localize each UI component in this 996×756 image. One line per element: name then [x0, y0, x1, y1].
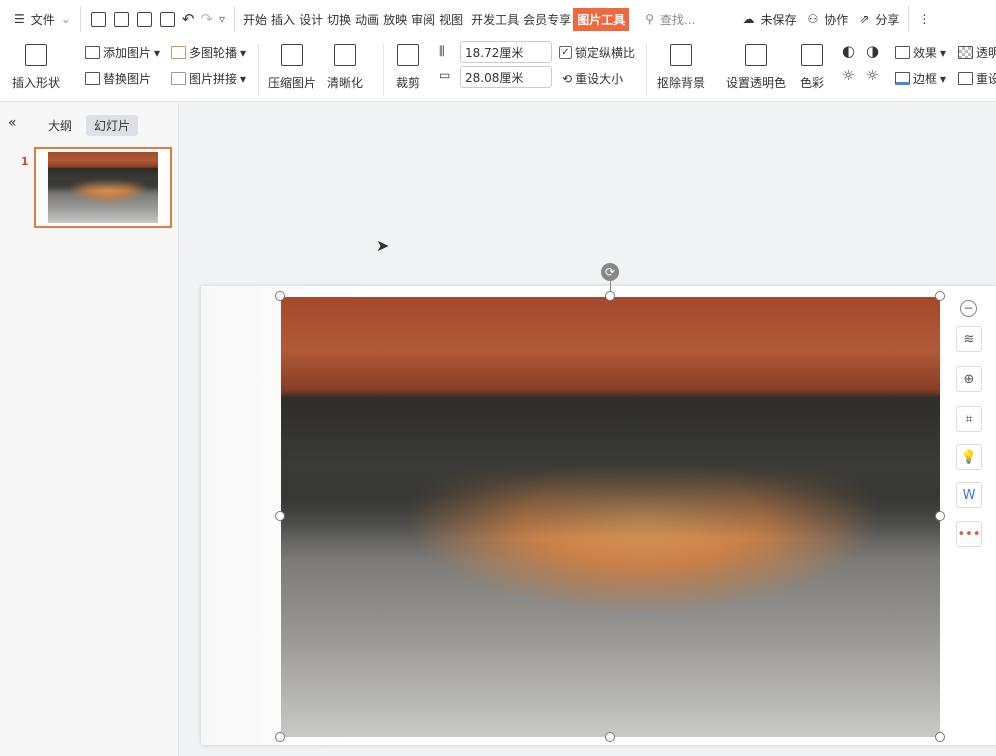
cloud-icon: ☁: [742, 12, 755, 26]
height-input[interactable]: 18.72厘米: [460, 41, 552, 63]
shape-icon: [25, 44, 47, 66]
lock-ratio-checkbox[interactable]: ✓ 锁定纵横比: [559, 44, 635, 61]
color-icon: [801, 44, 823, 66]
picture-tools-ribbon: 插入形状 添加图片 ▾ 替换图片 多图轮播 ▾ 图片拼接 ▾ 压缩图片 清晰化 裁剪 …: [0, 38, 996, 102]
picture-to-word-button[interactable]: W: [956, 482, 982, 508]
sharpen-icon: [334, 44, 356, 66]
resize-handle-sw[interactable]: [275, 732, 285, 742]
compress-icon: [281, 44, 303, 66]
file-menu[interactable]: 文件: [31, 11, 55, 28]
tab-start[interactable]: 开始: [241, 9, 269, 30]
resize-handle-e[interactable]: [935, 511, 945, 521]
reset-picture-icon: [958, 72, 973, 85]
checkbox-checked-icon: ✓: [559, 46, 572, 59]
width-input[interactable]: 28.08厘米: [460, 66, 552, 88]
layers-button[interactable]: ≋: [956, 326, 982, 352]
user-add-icon: ⚇: [807, 12, 819, 26]
tab-outline[interactable]: 大纲: [40, 115, 80, 136]
unsaved-status[interactable]: 未保存: [760, 11, 796, 28]
crop-float-button[interactable]: ⌗: [956, 406, 982, 432]
tab-slideshow[interactable]: 放映: [381, 9, 409, 30]
effects-button[interactable]: 效果 ▾: [895, 44, 946, 61]
rotate-handle[interactable]: ⟳: [601, 263, 619, 281]
set-transparent-color-button[interactable]: 设置透明色: [726, 44, 786, 91]
print-icon[interactable]: [136, 11, 152, 27]
collage-button[interactable]: 图片拼接 ▾: [171, 70, 246, 87]
kitten-picture[interactable]: [281, 297, 940, 737]
slide-thumbnail[interactable]: [34, 147, 172, 228]
transparency-button[interactable]: 透明: [958, 44, 996, 61]
tab-review[interactable]: 审阅: [409, 9, 437, 30]
tab-slides[interactable]: 幻灯片: [86, 115, 139, 136]
remove-background-button[interactable]: 抠除背景: [657, 44, 705, 91]
zoom-out-icon[interactable]: −: [960, 300, 977, 317]
decrease-contrast-icon[interactable]: ◑: [866, 42, 879, 60]
carousel-button[interactable]: 多图轮播 ▾: [171, 44, 246, 61]
slide-number: 1: [21, 155, 29, 168]
undo-icon[interactable]: ↶: [182, 10, 195, 28]
reset-picture-button[interactable]: 重设: [958, 70, 996, 87]
reset-size-button[interactable]: ⟲ 重设大小: [562, 70, 623, 87]
more-options-button[interactable]: •••: [956, 521, 982, 547]
add-picture-button[interactable]: 添加图片 ▾: [85, 44, 160, 61]
crop-button[interactable]: 裁剪: [393, 44, 423, 91]
search-icon[interactable]: ⚲: [645, 12, 654, 26]
resize-handle-ne[interactable]: [935, 291, 945, 301]
menu-icon[interactable]: ☰: [14, 12, 25, 26]
collab-button[interactable]: 协作: [824, 11, 848, 28]
border-icon: [895, 72, 910, 85]
search-input[interactable]: 查找...: [660, 11, 695, 28]
collapse-panel-icon[interactable]: «: [0, 113, 25, 133]
increase-contrast-icon[interactable]: ◐: [842, 42, 855, 60]
carousel-icon: [171, 46, 186, 59]
tab-design[interactable]: 设计: [297, 9, 325, 30]
increase-brightness-icon[interactable]: ☼: [842, 68, 855, 84]
more-icon[interactable]: ▿: [219, 12, 225, 26]
save-icon[interactable]: [90, 11, 106, 27]
border-button[interactable]: 边框 ▾: [895, 70, 946, 87]
transparency-icon: [958, 46, 973, 59]
replace-picture-button[interactable]: 替换图片: [85, 70, 151, 87]
crop-icon: [397, 44, 419, 66]
tab-insert[interactable]: 插入: [269, 9, 297, 30]
insert-shape-button[interactable]: 插入形状: [12, 44, 60, 91]
share-icon: ⇗: [859, 12, 870, 26]
effects-icon: [895, 46, 910, 59]
chevron-down-icon[interactable]: ⌄: [61, 12, 71, 26]
tab-view[interactable]: 视图: [437, 9, 465, 30]
thumbnail-kitten-photo: [48, 152, 158, 223]
tab-developer[interactable]: 开发工具: [469, 9, 521, 30]
resize-handle-se[interactable]: [935, 732, 945, 742]
color-button[interactable]: 色彩: [797, 44, 827, 91]
tab-transition[interactable]: 切换: [325, 9, 353, 30]
smart-idea-button[interactable]: 💡: [956, 444, 982, 470]
replace-image-icon: [85, 72, 100, 85]
more-vertical-icon[interactable]: ⋮: [918, 12, 930, 26]
tab-picture-tools[interactable]: 图片工具: [573, 7, 630, 31]
width-icon: ▭: [439, 68, 451, 82]
compress-button[interactable]: 压缩图片: [268, 44, 316, 91]
title-bar: ☰ 文件 ⌄ ↶ ↷ ▿ 开始 插入 设计 切换 动画 放映 审阅 视图 开发工…: [0, 0, 996, 38]
resize-handle-s[interactable]: [605, 732, 615, 742]
resize-handle-n[interactable]: [605, 291, 615, 301]
mouse-cursor-icon: ➤: [376, 236, 390, 255]
image-icon: [85, 46, 100, 59]
decrease-brightness-icon[interactable]: ☼: [866, 68, 879, 84]
export-icon[interactable]: [113, 11, 129, 27]
resize-handle-nw[interactable]: [275, 291, 285, 301]
share-button[interactable]: 分享: [875, 11, 899, 28]
remove-background-icon: [670, 44, 692, 66]
slide-panel: « 大纲 幻灯片 1: [0, 103, 179, 756]
collage-icon: [171, 72, 186, 85]
tab-animation[interactable]: 动画: [353, 9, 381, 30]
reset-size-icon: ⟲: [562, 71, 573, 86]
preview-icon[interactable]: [159, 11, 175, 27]
sharpen-button[interactable]: 清晰化: [327, 44, 363, 91]
tab-member[interactable]: 会员专享: [521, 9, 573, 30]
redo-icon[interactable]: ↷: [200, 10, 213, 28]
resize-handle-w[interactable]: [275, 511, 285, 521]
transparent-color-icon: [745, 44, 767, 66]
height-icon: ⫼: [439, 44, 445, 58]
zoom-in-button[interactable]: ⊕: [956, 366, 982, 392]
